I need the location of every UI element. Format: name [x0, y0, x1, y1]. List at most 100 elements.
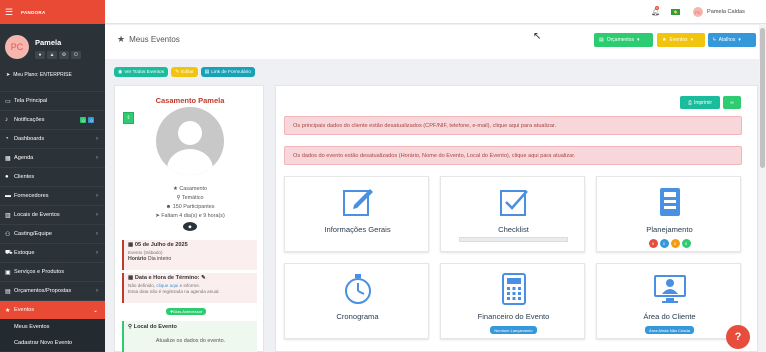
monitor-icon: ▭ — [5, 98, 11, 105]
sidebar-item-tela-principal[interactable]: ▭ Tela Principal — [0, 91, 105, 110]
view-all-events-button[interactable]: ◉ Ver Todos Eventos — [114, 67, 169, 77]
checklist-icon — [499, 190, 528, 216]
planning-icon — [659, 188, 680, 216]
link-icon: ∞ — [730, 99, 734, 106]
caret-down-icon: ▾ — [690, 37, 694, 43]
sidebar-subitem-meus-eventos[interactable]: Meus Eventos — [0, 319, 105, 335]
event-participants: ☻ 150 Participantes — [165, 204, 215, 210]
title-bar: ★ Meus Eventos ↖ ▤ Orçamentos ▾ ★ Eventos ▾ … — [105, 25, 766, 59]
pencil-icon: ✎ — [175, 69, 180, 75]
profile-block: PC Pamela ● ▲ ⚙ ⏻ — [0, 24, 105, 64]
sidebar-item-estoque[interactable]: ⛟ Estoque › — [0, 243, 105, 262]
counter-orange: 0 — [670, 239, 680, 248]
help-button[interactable]: ? — [726, 325, 750, 349]
event-avatar — [156, 107, 224, 175]
user-name[interactable]: Pamela Caldas — [707, 9, 745, 15]
scrollbar-thumb[interactable] — [760, 28, 765, 168]
tag-icon[interactable]: ◆ — [183, 222, 197, 231]
end-date-note: Essa data não é registrada na agenda anu… — [128, 289, 220, 294]
end-date-link[interactable]: clique aqui — [156, 283, 178, 288]
notif-badge-blue: 0 — [88, 117, 95, 123]
events-dropdown-button[interactable]: ★ Eventos ▾ — [657, 33, 705, 47]
chevron-right-icon: › — [96, 231, 98, 237]
hamburger-icon[interactable]: ☰ — [5, 7, 15, 18]
tile-label: Cronograma — [336, 312, 379, 321]
tile-planejamento[interactable]: Planejamento 0 0 0 0 — [596, 176, 741, 252]
date-day: Evento (Sábado) — [128, 249, 163, 255]
counter-blue: 0 — [659, 239, 669, 248]
topbar: 🔔︎ 0 PC Pamela Caldas — [105, 0, 766, 24]
sidebar-item-agenda[interactable]: ▦ Agenda › — [0, 148, 105, 167]
tile-area-cliente[interactable]: Área do Cliente Área Ainda Não Criada — [596, 263, 741, 339]
notif-count: 0 — [655, 6, 659, 10]
chevron-right-icon: › — [96, 288, 98, 294]
checklist-progress-bar — [459, 237, 568, 242]
event-countdown: ➤ Faltam 4 dia(s) e 9 hora(s) — [155, 213, 225, 219]
upload-photo-icon[interactable]: ⇪ — [123, 112, 134, 124]
plan-info: ➤ Meu Plano: ENTERPRISE — [0, 64, 105, 86]
sidebar-item-orcamentos[interactable]: ▤ Orçamentos/Propostas › — [0, 281, 105, 300]
location-message: Atualize os dados do evento. — [155, 338, 226, 344]
location-title: ⚲ Local do Evento — [128, 324, 177, 330]
tile-label: Planejamento — [646, 225, 693, 234]
team-icon: ⚇ — [5, 231, 11, 238]
action-bar: ◉ Ver Todos Eventos ✎ Editar ▤ Link de Form… — [114, 67, 255, 77]
brazil-flag-icon[interactable] — [671, 9, 680, 15]
link-button[interactable]: ∞ — [723, 96, 741, 109]
shortcuts-dropdown-button[interactable]: ϟ Atalhos ▾ — [708, 33, 756, 47]
chevron-right-icon: › — [96, 136, 98, 142]
box-icon: ▣ — [5, 269, 11, 276]
bell-icon[interactable]: 🔔︎ 0 — [651, 6, 660, 16]
chevron-right-icon: › — [96, 155, 98, 161]
calculator-icon — [501, 273, 526, 305]
sidebar-nav: ▭ Tela Principal ♪ Notificações 00 ◔ Dashbo… — [0, 91, 105, 351]
end-date-section: ▦ Data e Hora de Término: ✎ Não definido… — [122, 273, 257, 303]
caret-down-icon: ▾ — [636, 37, 640, 43]
sidebar-item-fornecedores[interactable]: ▬ Fornecedores › — [0, 186, 105, 205]
power-icon[interactable]: ⏻ — [71, 51, 81, 59]
date-title: ▦ 05 de Julho de 2025 — [128, 242, 188, 248]
tile-cronograma[interactable]: Cronograma — [284, 263, 429, 339]
sidebar-item-notificacoes[interactable]: ♪ Notificações 00 — [0, 110, 105, 129]
edit-button[interactable]: ✎ Editar — [171, 67, 198, 77]
chevron-down-icon: ⌄ — [92, 307, 98, 314]
tile-label: Financeiro do Evento — [477, 312, 550, 321]
page-title: ★ Meus Eventos — [117, 34, 180, 44]
client-data-alert[interactable]: Os principais dados do cliente estão des… — [284, 116, 742, 135]
users-icon[interactable]: ▲ — [47, 51, 57, 59]
brand-logo: PANDORA — [21, 9, 46, 15]
stopwatch-icon — [344, 274, 371, 304]
user-avatar[interactable]: PC — [693, 7, 703, 17]
sidebar-item-locais[interactable]: ▥ Locais de Eventos › — [0, 205, 105, 224]
sidebar: ☰ PANDORA PC Pamela ● ▲ ⚙ ⏻ ➤ Meu Plano:… — [0, 0, 105, 352]
form-link-button[interactable]: ▤ Link de Formulário — [200, 67, 255, 77]
event-data-alert[interactable]: Os dados do evento estão desatualizados … — [284, 146, 742, 165]
planning-counters: 0 0 0 0 — [597, 239, 742, 248]
lifebuoy-icon: ? — [734, 331, 742, 343]
calendar-icon: ▦ — [5, 155, 11, 162]
page-scrollbar[interactable] — [759, 24, 766, 352]
tile-informacoes-gerais[interactable]: Informações Gerais — [284, 176, 429, 252]
event-time: Horário Dia inteiro — [128, 256, 172, 262]
mouse-cursor-icon: ↖ — [533, 31, 542, 42]
edit-icon — [342, 189, 373, 216]
truck-icon: ▬ — [5, 193, 11, 199]
sidebar-item-servicos[interactable]: ▣ Serviços e Produtos — [0, 262, 105, 281]
tile-financeiro[interactable]: Financeiro do Evento Nenhum Lançamento — [440, 263, 585, 339]
edit-icon[interactable]: ✎ — [201, 275, 206, 281]
client-area-icon — [653, 275, 686, 303]
gear-icon[interactable]: ⚙ — [59, 51, 69, 59]
avatar[interactable]: PC — [5, 35, 29, 59]
budgets-dropdown-button[interactable]: ▤ Orçamentos ▾ — [594, 33, 653, 47]
print-button[interactable]: ⎙ Imprimir — [680, 96, 720, 109]
sidebar-item-clientes[interactable]: ● Clientes — [0, 167, 105, 186]
sidebar-item-casting[interactable]: ⚇ Casting/Equipe › — [0, 224, 105, 243]
tile-checklist[interactable]: Checklist — [440, 176, 585, 252]
location-section: ⚲ Local do Evento Atualize os dados do e… — [122, 321, 257, 352]
event-panel: ⎙ Imprimir ∞ Os principais dados do clien… — [275, 85, 758, 352]
budget-icon: ▤ — [599, 37, 604, 43]
sidebar-item-eventos[interactable]: ★ Eventos ⌄ — [0, 300, 105, 319]
user-icon[interactable]: ● — [35, 51, 45, 59]
sidebar-subitem-cadastrar[interactable]: Cadastrar Novo Evento — [0, 335, 105, 351]
sidebar-item-dashboards[interactable]: ◔ Dashboards › — [0, 129, 105, 148]
